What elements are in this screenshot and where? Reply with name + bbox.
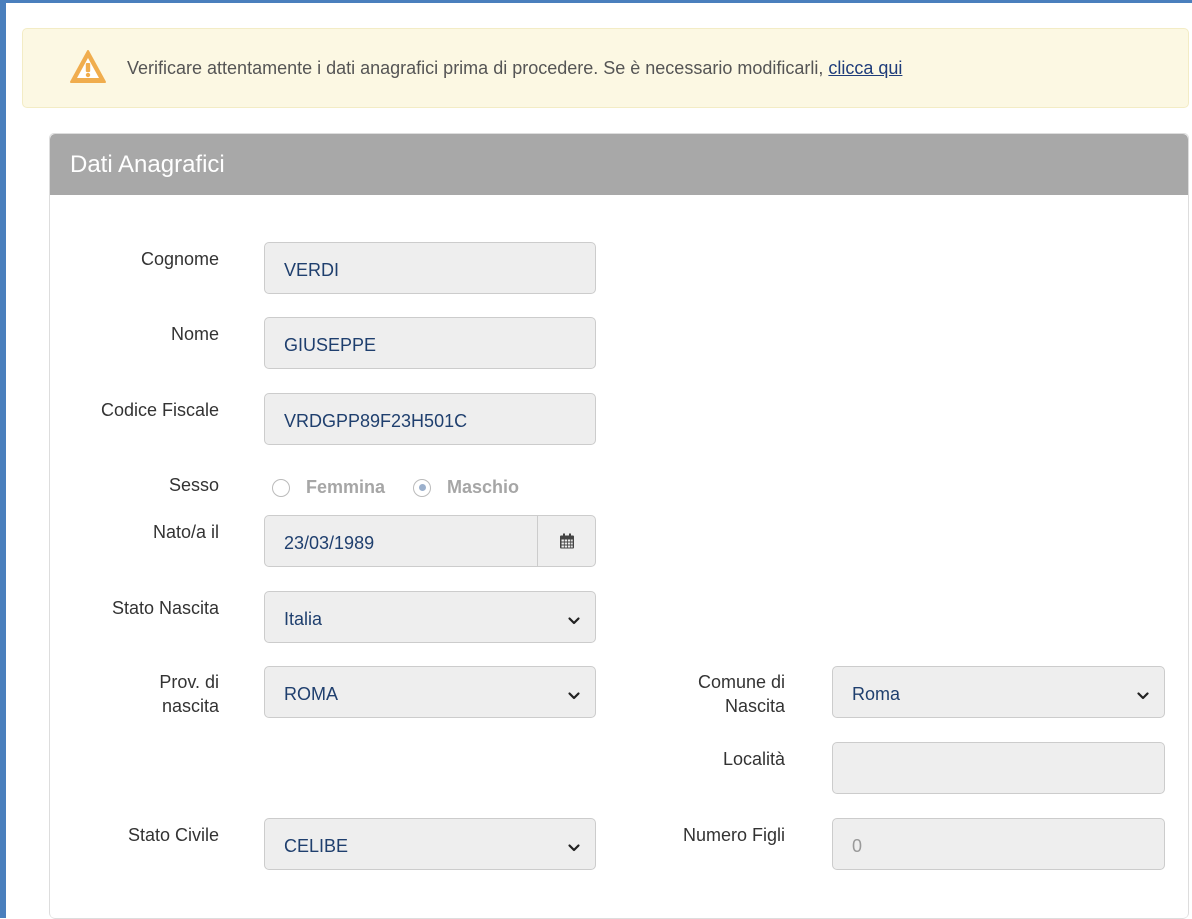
date-picker-button[interactable] — [537, 515, 596, 567]
chevron-down-icon — [1137, 692, 1149, 700]
numero-figli-label: Numero Figli — [682, 825, 785, 845]
stato-civile-value: CELIBE — [284, 835, 349, 856]
stato-civile-select[interactable]: CELIBE — [264, 818, 596, 870]
window-frame-top — [0, 0, 1192, 3]
radio-maschio-label: Maschio — [447, 477, 520, 497]
calendar-icon — [559, 533, 574, 549]
codice-fiscale-value: VRDGPP89F23H501C — [284, 410, 468, 431]
localita-label: Località — [722, 749, 785, 769]
nome-label: Nome — [170, 324, 219, 344]
radio-maschio[interactable] — [413, 478, 432, 497]
radio-femmina[interactable] — [272, 478, 290, 497]
prov-nascita-value: ROMA — [284, 683, 338, 704]
alert-message: Verificare attentamente i dati anagrafic… — [127, 58, 902, 79]
sesso-radio-group: Femmina Maschio — [272, 477, 519, 498]
warning-triangle-icon — [70, 50, 106, 83]
prov-nascita-label-line1: Prov. di — [159, 672, 219, 692]
birth-date-value: 23/03/1989 — [284, 532, 375, 553]
cognome-label: Cognome — [140, 249, 219, 269]
numero-figli-value: 0 — [852, 835, 863, 856]
stato-civile-label: Stato Civile — [127, 825, 219, 845]
birth-date-field[interactable]: 23/03/1989 — [264, 515, 538, 567]
alert-text: Verificare attentamente i dati anagrafic… — [127, 57, 824, 78]
localita-field[interactable] — [832, 742, 1165, 794]
warning-alert: Verificare attentamente i dati anagrafic… — [22, 28, 1189, 108]
prov-nascita-select[interactable]: ROMA — [264, 666, 596, 718]
stato-nascita-label: Stato Nascita — [111, 598, 219, 618]
comune-nascita-value: Roma — [852, 683, 901, 704]
codice-fiscale-field[interactable]: VRDGPP89F23H501C — [264, 393, 596, 445]
prov-nascita-label: Prov. di nascita — [60, 670, 219, 718]
stato-nascita-value: Italia — [284, 608, 323, 629]
radio-femmina-label: Femmina — [306, 477, 386, 497]
panel-title: Dati Anagrafici — [50, 134, 1188, 195]
radio-selected-dot — [418, 484, 426, 491]
cognome-field[interactable]: VERDI — [264, 242, 596, 294]
codice-fiscale-label: Codice Fiscale — [100, 400, 219, 420]
chevron-down-icon — [568, 692, 580, 700]
nato-il-label: Nato/a il — [152, 522, 219, 542]
personal-data-panel: Dati Anagrafici — [49, 133, 1189, 919]
nome-value: GIUSEPPE — [284, 334, 377, 355]
sesso-label: Sesso — [168, 475, 219, 495]
window-frame-left — [0, 0, 6, 918]
numero-figli-field[interactable]: 0 — [832, 818, 1165, 870]
cognome-value: VERDI — [284, 259, 340, 280]
chevron-down-icon — [568, 617, 580, 625]
comune-nascita-label: Comune di Nascita — [620, 670, 785, 718]
stato-nascita-select[interactable]: Italia — [264, 591, 596, 643]
comune-nascita-label-line1: Comune di — [697, 672, 785, 692]
prov-nascita-label-line2: nascita — [161, 696, 219, 716]
edit-data-link[interactable]: clicca qui — [828, 58, 902, 78]
comune-nascita-select[interactable]: Roma — [832, 666, 1165, 718]
chevron-down-icon — [568, 844, 580, 852]
comune-nascita-label-line2: Nascita — [724, 696, 785, 716]
nome-field[interactable]: GIUSEPPE — [264, 317, 596, 369]
